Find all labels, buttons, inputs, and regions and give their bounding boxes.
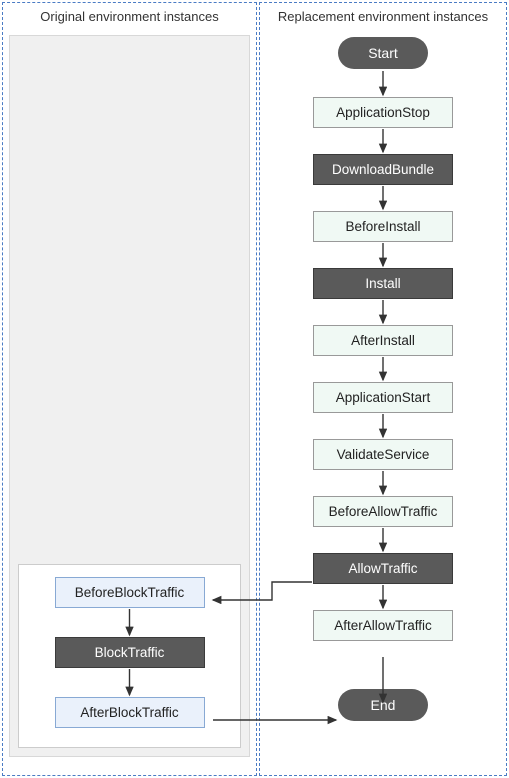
node-application-stop: ApplicationStop <box>313 97 453 128</box>
node-after-allow-traffic: AfterAllowTraffic <box>313 610 453 641</box>
replacement-flow: Start ApplicationStop DownloadBundle Bef… <box>260 37 506 757</box>
node-block-traffic: BlockTraffic <box>55 637 205 668</box>
original-env-title: Original environment instances <box>3 3 256 33</box>
original-env-lane: Original environment instances BeforeBlo… <box>2 2 257 776</box>
node-application-start: ApplicationStart <box>313 382 453 413</box>
replacement-env-lane: Replacement environment instances Start … <box>259 2 507 776</box>
node-allow-traffic: AllowTraffic <box>313 553 453 584</box>
original-env-body: BeforeBlockTraffic BlockTraffic AfterBlo… <box>9 35 250 757</box>
replacement-env-title: Replacement environment instances <box>260 3 506 33</box>
node-install: Install <box>313 268 453 299</box>
block-traffic-group: BeforeBlockTraffic BlockTraffic AfterBlo… <box>18 564 241 748</box>
node-after-install: AfterInstall <box>313 325 453 356</box>
node-start: Start <box>338 37 428 69</box>
node-download-bundle: DownloadBundle <box>313 154 453 185</box>
node-before-block-traffic: BeforeBlockTraffic <box>55 577 205 608</box>
node-before-allow-traffic: BeforeAllowTraffic <box>313 496 453 527</box>
node-end: End <box>338 689 428 721</box>
node-before-install: BeforeInstall <box>313 211 453 242</box>
node-after-block-traffic: AfterBlockTraffic <box>55 697 205 728</box>
node-validate-service: ValidateService <box>313 439 453 470</box>
